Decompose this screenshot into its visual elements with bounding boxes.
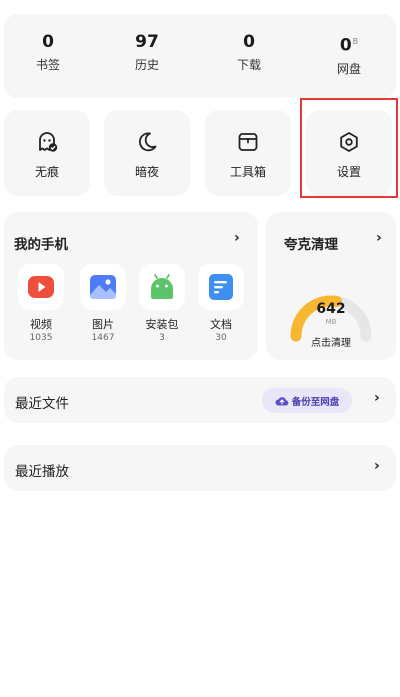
recent-play-label: 最近播放: [15, 464, 69, 480]
phone-item-documents[interactable]: 文档 30: [191, 264, 251, 344]
backup-to-cloud-button[interactable]: 备份至网盘: [262, 388, 352, 413]
stat-value: 0: [42, 32, 54, 52]
stat-label: 历史: [134, 58, 159, 72]
my-phone-title: 我的手机: [14, 237, 68, 253]
app-icon-bg: [139, 264, 185, 310]
highlight-box: [300, 98, 398, 198]
stat-cloud-drive[interactable]: 0B 网盘: [309, 32, 389, 76]
stat-unit-badge: B: [352, 37, 359, 46]
app-icon-bg: [80, 264, 126, 310]
phone-item-name: 文档: [210, 318, 232, 331]
recent-files-label: 最近文件: [15, 396, 69, 412]
cloud-upload-icon: [275, 396, 289, 406]
moon-icon: [139, 132, 157, 152]
tile-label: 无痕: [34, 165, 59, 179]
phone-item-images[interactable]: 图片 1467: [73, 264, 133, 344]
phone-item-count: 30: [215, 333, 227, 343]
incognito-button[interactable]: 无痕: [4, 110, 90, 196]
ghost-icon: [39, 132, 58, 152]
phone-item-count: 1467: [91, 333, 115, 343]
clean-button[interactable]: 点击清理: [266, 334, 396, 349]
toolbox-icon: [238, 133, 258, 151]
phone-item-name: 安装包: [145, 318, 179, 331]
chevron-right-icon: ›: [376, 230, 382, 246]
stat-label: 网盘: [336, 61, 361, 76]
android-icon: [151, 274, 173, 299]
stat-value-number: 0: [339, 35, 352, 56]
stat-value: 0: [243, 32, 255, 52]
phone-item-name: 视频: [30, 318, 52, 331]
my-phone-card[interactable]: 我的手机 › 视频 1035 图片 1467 安装包 3 文档 30: [4, 212, 258, 360]
stat-value: 0B: [309, 32, 389, 56]
document-icon: [209, 274, 233, 300]
recent-files-row[interactable]: 最近文件 备份至网盘 ›: [4, 377, 396, 423]
stat-bookmarks[interactable]: 0 书签: [8, 32, 88, 72]
stat-label: 下载: [236, 58, 261, 72]
backup-label: 备份至网盘: [291, 396, 340, 408]
chevron-right-icon: ›: [374, 458, 380, 474]
cleaner-title: 夸克清理: [284, 237, 338, 253]
stat-downloads[interactable]: 0 下载: [209, 32, 289, 72]
phone-item-video[interactable]: 视频 1035: [11, 264, 71, 344]
chevron-right-icon: ›: [374, 390, 380, 406]
night-mode-button[interactable]: 暗夜: [104, 110, 190, 196]
stat-value: 97: [135, 32, 159, 52]
cleaner-value: 642: [316, 301, 346, 317]
phone-item-count: 3: [159, 333, 165, 343]
image-icon: [90, 275, 116, 299]
stats-card: 0 书签 97 历史 0 下载 0B 网盘: [4, 14, 396, 98]
app-icon-bg: [198, 264, 244, 310]
app-icon-bg: [18, 264, 64, 310]
cleaner-unit: MB: [325, 318, 337, 326]
quark-cleaner-card[interactable]: 夸克清理 › 642 MB 点击清理: [266, 212, 396, 360]
video-icon: [28, 276, 54, 298]
stat-label: 书签: [35, 58, 60, 72]
tile-label: 工具箱: [229, 165, 266, 179]
tile-label: 暗夜: [134, 165, 159, 179]
recent-play-row[interactable]: 最近播放 ›: [4, 445, 396, 491]
phone-item-name: 图片: [92, 318, 114, 331]
toolbox-button[interactable]: 工具箱: [205, 110, 291, 196]
stat-history[interactable]: 97 历史: [107, 32, 187, 72]
phone-item-apk[interactable]: 安装包 3: [132, 264, 192, 344]
phone-item-count: 1035: [29, 333, 53, 343]
chevron-right-icon: ›: [234, 230, 240, 246]
